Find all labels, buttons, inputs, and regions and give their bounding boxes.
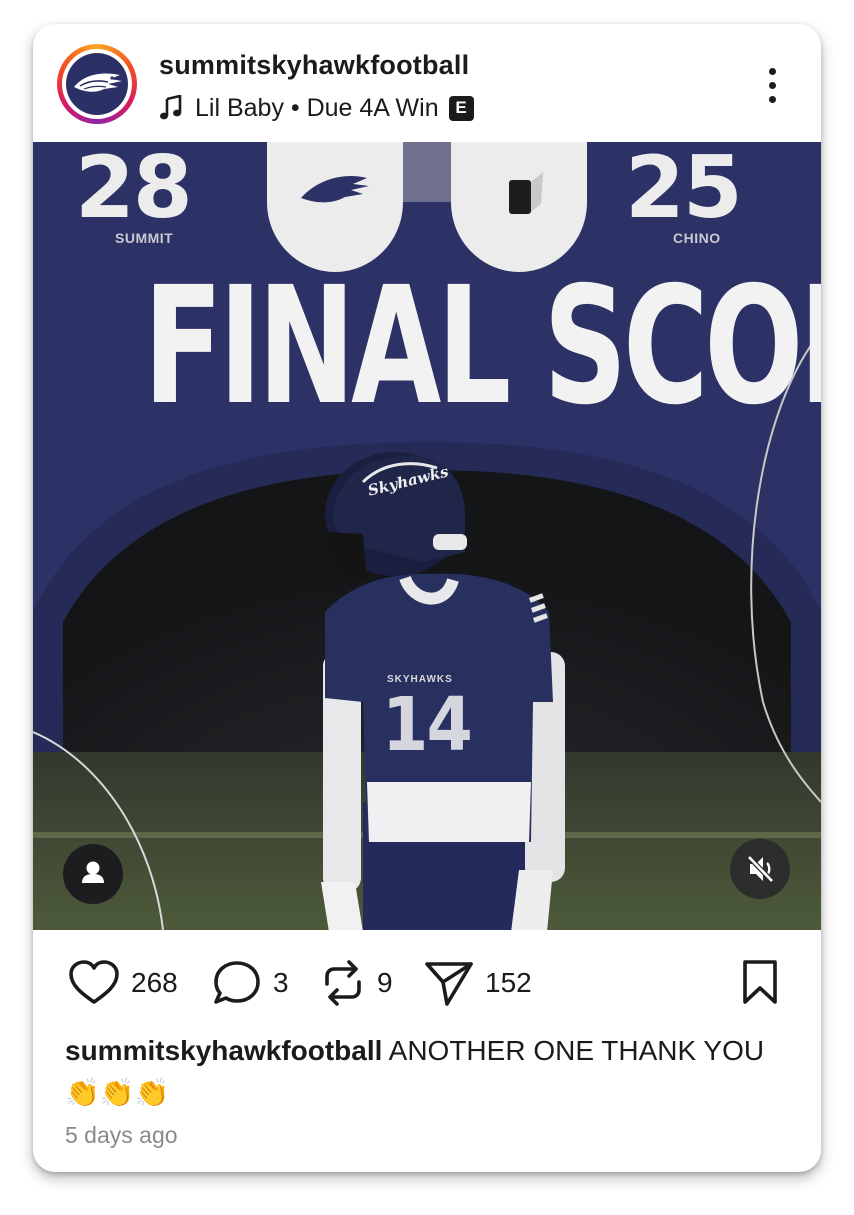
avatar-frame [62, 49, 132, 119]
home-team-name: SUMMIT [115, 230, 174, 246]
jersey-number: 14 [381, 682, 473, 768]
comment-count: 3 [273, 967, 289, 998]
share-button[interactable]: 152 [423, 958, 532, 1008]
audio-track[interactable]: Lil Baby • Due 4A Win E [159, 92, 474, 124]
post-media[interactable]: 28 SUMMIT 25 CHINO FINAL SCORE Skyhawks … [33, 142, 821, 930]
repost-count: 9 [377, 967, 393, 998]
post-actions: 268 3 9 152 [33, 930, 821, 1030]
final-score-headline: FINAL SCORE [143, 253, 821, 441]
skyhawk-logo-icon [66, 53, 128, 115]
comment-button[interactable]: 3 [211, 958, 289, 1008]
repost-icon [325, 960, 361, 1006]
share-count: 152 [485, 967, 532, 998]
like-button[interactable]: 268 [67, 958, 178, 1008]
away-score: 25 [625, 142, 743, 238]
home-score: 28 [75, 142, 193, 238]
post-timestamp: 5 days ago [65, 1122, 178, 1148]
caption-username[interactable]: summitskyhawkfootball [65, 1035, 382, 1066]
like-count: 268 [131, 967, 178, 998]
post-username[interactable]: summitskyhawkfootball [159, 50, 469, 81]
music-note-icon [160, 95, 182, 120]
avatar-story-ring[interactable] [57, 44, 137, 124]
user-tag-icon[interactable] [63, 844, 123, 904]
post-header: summitskyhawkfootball Lil Baby • Due 4A … [33, 24, 821, 142]
send-icon [425, 962, 473, 1006]
audio-label: Lil Baby • Due 4A Win [195, 93, 439, 122]
repost-button[interactable]: 9 [319, 958, 393, 1008]
speaker-muted-icon[interactable] [730, 839, 790, 899]
more-options-button[interactable] [755, 64, 789, 108]
explicit-badge: E [448, 95, 474, 121]
bookmark-icon[interactable] [739, 958, 781, 1006]
heart-icon [69, 960, 119, 1004]
away-team-name: CHINO [673, 230, 721, 246]
comment-bubble-icon [214, 961, 260, 1004]
post-card: summitskyhawkfootball Lil Baby • Due 4A … [33, 24, 821, 1172]
post-caption: summitskyhawkfootball ANOTHER ONE THANK … [65, 1030, 785, 1114]
